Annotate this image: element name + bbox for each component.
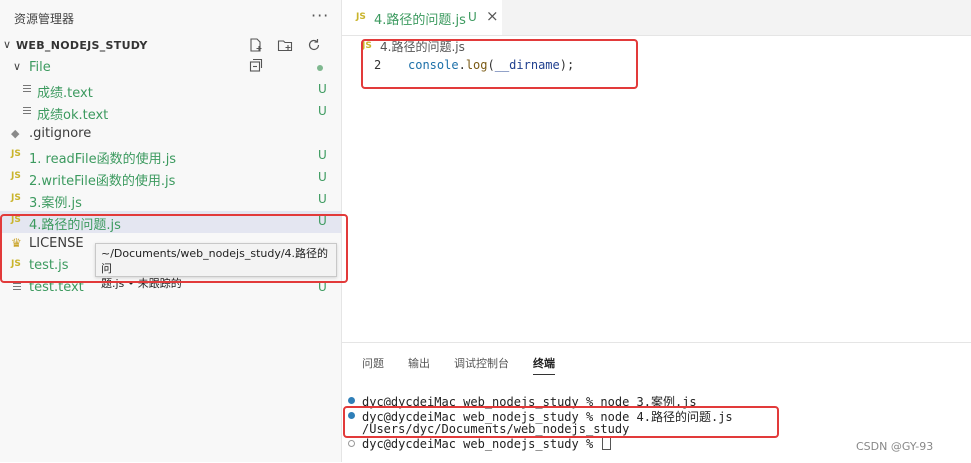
new-file-icon[interactable] bbox=[248, 37, 264, 53]
tree-item-writefile-js[interactable]: JS 2.writeFile函数的使用.js U bbox=[0, 167, 341, 189]
watermark: CSDN @GY-93 bbox=[856, 440, 934, 453]
refresh-icon[interactable] bbox=[306, 37, 322, 53]
tab-path-js[interactable]: JS 4.路径的问题.js U × bbox=[342, 0, 502, 35]
chevron-down-icon[interactable]: ∨ bbox=[3, 38, 11, 51]
new-folder-icon[interactable] bbox=[277, 37, 293, 53]
annotation-box-code bbox=[361, 39, 638, 89]
tree-item-grades-text[interactable]: 成绩.text U bbox=[0, 79, 341, 101]
tree-item-gitignore[interactable]: ◆ .gitignore bbox=[0, 123, 341, 145]
editor-tab-bar: JS 4.路径的问题.js U × bbox=[342, 0, 971, 36]
tree-item-label: 2.writeFile函数的使用.js bbox=[29, 174, 176, 189]
js-file-icon: JS bbox=[356, 12, 366, 22]
tree-item-gradesok-text[interactable]: 成绩ok.text U bbox=[0, 101, 341, 123]
tab-debug-console[interactable]: 调试控制台 bbox=[454, 355, 509, 371]
text-file-icon bbox=[23, 107, 31, 116]
tree-item-case-js[interactable]: JS 3.案例.js U bbox=[0, 189, 341, 211]
tree-item-label: 3.案例.js bbox=[29, 196, 82, 211]
close-icon[interactable]: × bbox=[486, 7, 499, 25]
untracked-badge: U bbox=[318, 104, 327, 118]
text-file-icon bbox=[13, 283, 21, 292]
tree-item-file-folder[interactable]: ∨ File bbox=[0, 57, 341, 79]
git-icon: ◆ bbox=[11, 127, 20, 140]
tree-item-label: .gitignore bbox=[29, 126, 92, 141]
tab-label: 4.路径的问题.js bbox=[374, 13, 466, 28]
tab-problems[interactable]: 问题 bbox=[362, 355, 384, 371]
command-status-icon bbox=[348, 397, 355, 404]
tree-item-label: 成绩.text bbox=[37, 86, 93, 101]
untracked-badge: U bbox=[318, 170, 327, 184]
js-file-icon: JS bbox=[11, 171, 21, 181]
project-folder-row[interactable]: ∨ WEB_NODEJS_STUDY bbox=[0, 36, 341, 72]
untracked-badge: U bbox=[318, 148, 327, 162]
annotation-box-sidebar bbox=[0, 214, 348, 283]
command-status-icon bbox=[348, 440, 355, 447]
untracked-badge: U bbox=[318, 82, 327, 96]
explorer-title: 资源管理器 bbox=[14, 12, 75, 26]
untracked-badge: U bbox=[318, 192, 327, 206]
chevron-down-icon[interactable]: ∨ bbox=[13, 60, 21, 73]
more-actions-icon[interactable]: ··· bbox=[311, 6, 329, 25]
annotation-box-terminal bbox=[343, 406, 779, 438]
project-title: WEB_NODEJS_STUDY bbox=[16, 39, 148, 52]
untracked-badge: U bbox=[468, 10, 477, 24]
terminal-text: dyc@dycdeiMac web_nodejs_study % bbox=[362, 437, 601, 451]
js-file-icon: JS bbox=[11, 193, 21, 203]
tree-item-label: 1. readFile函数的使用.js bbox=[29, 152, 177, 167]
tab-terminal[interactable]: 终端 bbox=[533, 355, 555, 375]
modified-dot-icon bbox=[317, 65, 323, 71]
js-file-icon: JS bbox=[11, 149, 21, 159]
tree-item-label: File bbox=[29, 60, 51, 75]
tree-item-readfile-js[interactable]: JS 1. readFile函数的使用.js U bbox=[0, 145, 341, 167]
terminal-cursor bbox=[602, 436, 612, 450]
terminal-prompt[interactable]: dyc@dycdeiMac web_nodejs_study % bbox=[362, 436, 612, 451]
tree-item-label: 成绩ok.text bbox=[37, 108, 109, 123]
text-file-icon bbox=[23, 85, 31, 94]
tab-output[interactable]: 输出 bbox=[408, 355, 430, 371]
